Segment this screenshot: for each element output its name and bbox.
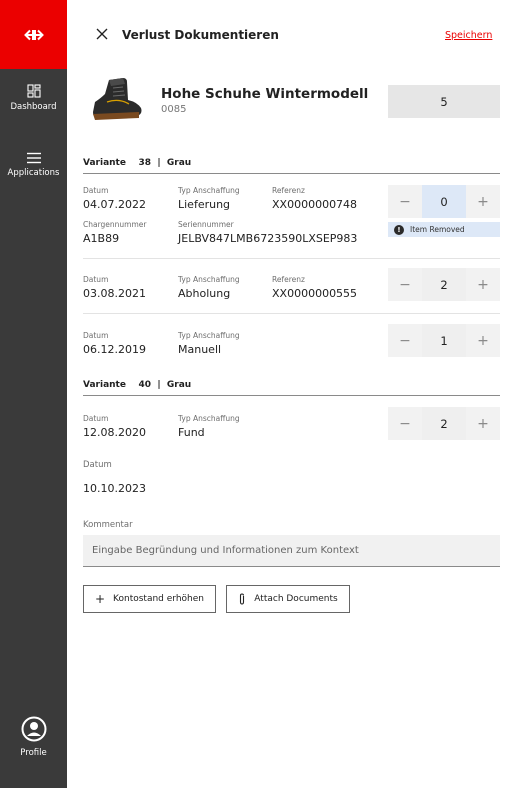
divider — [83, 395, 500, 396]
quantity-stepper: − 2 + — [388, 407, 500, 440]
save-link[interactable]: Speichern — [445, 30, 492, 41]
datum-value: 12.08.2020 — [83, 426, 146, 439]
datum-value: 04.07.2022 — [83, 198, 146, 211]
datum-section-label: Datum — [83, 460, 112, 470]
ref-label: Referenz — [272, 275, 305, 284]
increment-button[interactable]: + — [466, 268, 500, 301]
datum-section-value: 10.10.2023 — [83, 482, 146, 495]
sbb-logo[interactable] — [0, 0, 67, 69]
notice-text: Item Removed — [410, 225, 465, 234]
divider — [83, 258, 500, 259]
plus-icon: + — [94, 592, 106, 606]
increase-balance-button[interactable]: + Kontostand erhöhen — [83, 585, 216, 613]
typ-value: Fund — [178, 426, 205, 439]
product-code: 0085 — [161, 104, 187, 115]
button-label: Kontostand erhöhen — [113, 594, 204, 604]
button-label: Attach Documents — [254, 594, 338, 604]
serial-label: Seriennummer — [178, 220, 234, 229]
paperclip-icon — [240, 593, 245, 605]
product-name: Hohe Schuhe Wintermodell — [161, 86, 369, 102]
ref-value: XX0000000555 — [272, 287, 358, 300]
charge-value: A1B89 — [83, 232, 120, 245]
datum-label: Datum — [83, 275, 109, 284]
typ-value: Lieferung — [178, 198, 231, 211]
typ-label: Typ Anschaffung — [178, 414, 240, 423]
variant-label: Variante — [83, 158, 126, 168]
charge-label: Chargennummer — [83, 220, 147, 229]
page-title: Verlust Dokumentieren — [122, 28, 279, 42]
menu-icon — [26, 152, 41, 164]
attach-documents-button[interactable]: Attach Documents — [226, 585, 350, 613]
quantity-value[interactable]: 2 — [422, 407, 466, 440]
decrement-button[interactable]: − — [388, 268, 422, 301]
sidebar-item-label: Dashboard — [10, 102, 57, 112]
datum-value: 03.08.2021 — [83, 287, 146, 300]
ref-value: XX0000000748 — [272, 198, 358, 211]
datum-label: Datum — [83, 414, 109, 423]
divider — [83, 313, 500, 314]
variant-header: Variante 38 | Grau — [83, 158, 192, 168]
increment-button[interactable]: + — [466, 185, 500, 218]
dashboard-icon — [26, 84, 41, 98]
close-icon[interactable] — [95, 27, 109, 41]
info-icon: ! — [394, 224, 404, 235]
datum-label: Datum — [83, 186, 109, 195]
decrement-button[interactable]: − — [388, 324, 422, 357]
main-panel: Verlust Dokumentieren Speichern Hohe Sch… — [67, 0, 518, 788]
divider — [83, 173, 500, 174]
comment-label: Kommentar — [83, 520, 133, 530]
sidebar-item-label: Profile — [20, 748, 47, 758]
product-image — [93, 78, 142, 120]
decrement-button[interactable]: − — [388, 407, 422, 440]
comment-input[interactable] — [83, 535, 500, 567]
variant-size: 38 — [138, 158, 152, 168]
datum-value: 06.12.2019 — [83, 343, 146, 356]
typ-label: Typ Anschaffung — [178, 331, 240, 340]
typ-value: Manuell — [178, 343, 222, 356]
quantity-stepper: − 1 + — [388, 324, 500, 357]
sidebar-item-label: Applications — [7, 168, 60, 178]
sidebar-item-applications[interactable]: Applications — [0, 152, 67, 178]
variant-color: Grau — [166, 158, 192, 168]
variant-size: 40 — [138, 380, 152, 390]
profile-icon — [21, 716, 46, 742]
sidebar: Dashboard Applications Profile — [0, 0, 67, 788]
increment-button[interactable]: + — [466, 324, 500, 357]
total-count: 5 — [388, 85, 500, 118]
sbb-logo-icon — [23, 29, 44, 40]
item-removed-notice: ! Item Removed — [388, 222, 500, 237]
decrement-button[interactable]: − — [388, 185, 422, 218]
typ-label: Typ Anschaffung — [178, 186, 240, 195]
variant-label: Variante — [83, 380, 126, 390]
quantity-value[interactable]: 0 — [422, 185, 466, 218]
serial-value: JELBV847LMB6723590LXSEP983 — [178, 232, 358, 245]
sidebar-item-profile[interactable]: Profile — [0, 716, 67, 758]
quantity-value[interactable]: 2 — [422, 268, 466, 301]
datum-label: Datum — [83, 331, 109, 340]
increment-button[interactable]: + — [466, 407, 500, 440]
quantity-stepper: − 2 + — [388, 268, 500, 301]
sidebar-item-dashboard[interactable]: Dashboard — [0, 84, 67, 112]
quantity-value[interactable]: 1 — [422, 324, 466, 357]
variant-header: Variante 40 | Grau — [83, 380, 192, 390]
typ-label: Typ Anschaffung — [178, 275, 240, 284]
ref-label: Referenz — [272, 186, 305, 195]
typ-value: Abholung — [178, 287, 231, 300]
variant-color: Grau — [166, 380, 192, 390]
quantity-stepper: − 0 + — [388, 185, 500, 218]
